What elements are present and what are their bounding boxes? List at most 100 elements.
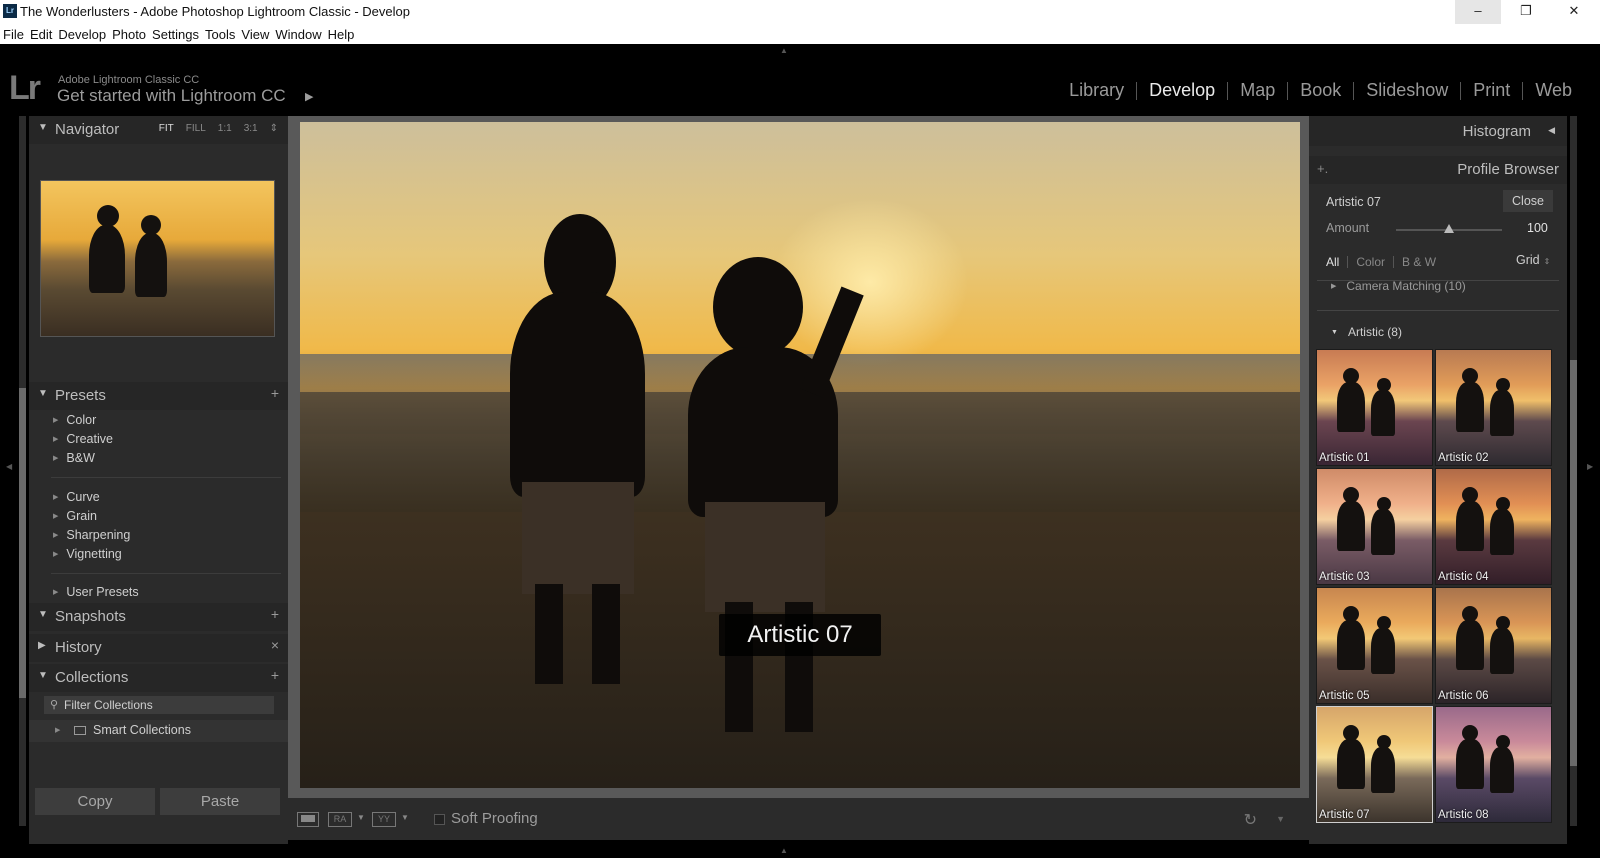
child-silhouette-body — [510, 292, 645, 497]
module-book[interactable]: Book — [1288, 80, 1353, 101]
add-snapshot-icon[interactable]: + — [271, 606, 279, 622]
clear-history-icon[interactable]: × — [271, 637, 279, 653]
before-after-view-icon[interactable]: RA — [328, 812, 352, 827]
profile-group-camera-matching[interactable]: ▶ Camera Matching (10) — [1331, 279, 1466, 293]
amount-value[interactable]: 100 — [1527, 221, 1548, 235]
divider — [51, 477, 281, 478]
view-mode-select[interactable]: Grid ⇕ — [1516, 253, 1550, 267]
zoom-3-1[interactable]: 3:1 — [244, 123, 258, 134]
view-mode-label: Grid — [1516, 253, 1540, 267]
maximize-icon[interactable]: ❐ — [1503, 0, 1549, 24]
profile-thumbnail-label: Artistic 04 — [1438, 571, 1489, 583]
navigator-header[interactable]: ▼ Navigator FIT FILL 1:1 3:1 ⇕ — [29, 116, 288, 144]
minimize-icon[interactable]: – — [1455, 0, 1501, 24]
menu-file[interactable]: File — [0, 24, 27, 42]
module-map[interactable]: Map — [1228, 80, 1287, 101]
profile-thumbnail[interactable]: Artistic 03 — [1316, 468, 1433, 585]
collections-title: Collections — [55, 669, 129, 686]
profile-thumbnail[interactable]: Artistic 02 — [1435, 349, 1552, 466]
filter-all[interactable]: All — [1326, 255, 1339, 269]
loupe-view-icon[interactable] — [297, 812, 319, 827]
profile-browser-title: Profile Browser — [1457, 161, 1559, 178]
profile-thumbnail-label: Artistic 03 — [1319, 571, 1370, 583]
zoom-fill[interactable]: FILL — [186, 123, 206, 134]
amount-slider-knob[interactable] — [1444, 224, 1454, 233]
tab-separator — [1393, 256, 1395, 268]
presets-header[interactable]: ▼ Presets + — [29, 382, 288, 410]
zoom-stepper-icon[interactable]: ⇕ — [270, 123, 278, 134]
profile-thumbnail[interactable]: Artistic 06 — [1435, 587, 1552, 704]
right-panel-scrollbar[interactable] — [1570, 116, 1577, 826]
filter-color[interactable]: Color — [1356, 255, 1385, 269]
module-web[interactable]: Web — [1523, 80, 1584, 101]
module-slideshow[interactable]: Slideshow — [1354, 80, 1460, 101]
menu-window[interactable]: Window — [272, 24, 324, 42]
menu-settings[interactable]: Settings — [149, 24, 202, 42]
collections-header[interactable]: ▼ Collections + — [29, 664, 288, 692]
menu-help[interactable]: Help — [325, 24, 358, 42]
scrollbar-thumb[interactable] — [1570, 360, 1577, 766]
profile-thumbnail[interactable]: Artistic 05 — [1316, 587, 1433, 704]
menu-view[interactable]: View — [238, 24, 272, 42]
history-header[interactable]: ▶ History × — [29, 634, 288, 662]
add-collection-icon[interactable]: + — [271, 667, 279, 683]
zoom-fit[interactable]: FIT — [159, 123, 174, 134]
dropdown-caret-icon[interactable]: ▼ — [401, 813, 409, 822]
main-photo[interactable] — [300, 122, 1300, 788]
play-icon[interactable]: ▶ — [305, 90, 313, 103]
toolbar-options-icon[interactable]: ▼ — [1276, 814, 1285, 824]
profile-group-artistic[interactable]: ▼ Artistic (8) — [1331, 325, 1402, 339]
snapshots-header[interactable]: ▼ Snapshots + — [29, 603, 288, 631]
profile-thumbnail[interactable]: Artistic 08 — [1435, 706, 1552, 823]
collapse-left-panel-icon[interactable]: ◀ — [6, 462, 12, 471]
child-silhouette-leg — [535, 584, 563, 684]
histogram-title: Histogram — [1462, 123, 1531, 140]
collapse-triangle-icon: ▼ — [38, 670, 48, 681]
profile-thumbnail[interactable]: Artistic 07 — [1316, 706, 1433, 823]
module-develop[interactable]: Develop — [1137, 80, 1227, 101]
close-profile-browser-button[interactable]: Close — [1503, 190, 1553, 212]
collapse-right-panel-icon[interactable]: ▶ — [1587, 462, 1593, 471]
smart-collections-item[interactable]: ▶ Smart Collections — [29, 720, 288, 742]
before-after-split-icon[interactable]: YY — [372, 812, 396, 827]
dropdown-caret-icon[interactable]: ▼ — [357, 813, 365, 822]
preset-folder[interactable]: ▶ Grain — [53, 509, 97, 523]
profile-thumbnail-label: Artistic 02 — [1438, 452, 1489, 464]
collapse-bottom-panel-icon[interactable]: ▲ — [780, 846, 788, 855]
soft-proofing-checkbox[interactable] — [434, 814, 445, 825]
navigator-preview[interactable] — [40, 180, 275, 337]
scrollbar-thumb[interactable] — [19, 388, 26, 698]
preset-folder[interactable]: ▶ Color — [53, 413, 96, 427]
menu-tools[interactable]: Tools — [202, 24, 238, 42]
menu-edit[interactable]: Edit — [27, 24, 55, 42]
left-panel-scrollbar[interactable] — [19, 116, 26, 826]
module-print[interactable]: Print — [1461, 80, 1522, 101]
menu-bar: File Edit Develop Photo Settings Tools View Win… — [0, 24, 1600, 44]
lightroom-app-icon: Lr — [3, 4, 17, 18]
preset-folder[interactable]: ▶ Sharpening — [53, 528, 130, 542]
identity-plate-line2[interactable]: Get started with Lightroom CC — [57, 86, 286, 106]
profile-thumbnail[interactable]: Artistic 01 — [1316, 349, 1433, 466]
profile-thumbnail-label: Artistic 05 — [1319, 690, 1370, 702]
preset-folder[interactable]: ▶ Vignetting — [53, 547, 122, 561]
paste-button[interactable]: Paste — [160, 788, 280, 815]
profile-thumbnail[interactable]: Artistic 04 — [1435, 468, 1552, 585]
zoom-1-1[interactable]: 1:1 — [218, 123, 232, 134]
add-preset-icon[interactable]: + — [271, 385, 279, 401]
histogram-header[interactable]: Histogram ◀ — [1309, 116, 1567, 146]
collapse-top-panel-icon[interactable]: ▲ — [780, 46, 788, 55]
preset-folder[interactable]: ▶ User Presets — [53, 585, 139, 599]
preset-folder[interactable]: ▶ Creative — [53, 432, 113, 446]
preset-folder[interactable]: ▶ B&W — [53, 451, 95, 465]
copy-button[interactable]: Copy — [35, 788, 155, 815]
menu-develop[interactable]: Develop — [55, 24, 109, 42]
smart-collections-label: Smart Collections — [93, 723, 191, 737]
filter-bw[interactable]: B & W — [1402, 255, 1436, 269]
silhouette — [1371, 390, 1395, 436]
menu-photo[interactable]: Photo — [109, 24, 149, 42]
import-profile-icon[interactable]: +. — [1317, 161, 1328, 176]
close-icon[interactable]: ✕ — [1551, 0, 1597, 24]
preset-folder[interactable]: ▶ Curve — [53, 490, 100, 504]
filter-collections-input[interactable]: ⚲ Filter Collections — [44, 696, 274, 714]
module-library[interactable]: Library — [1057, 80, 1136, 101]
